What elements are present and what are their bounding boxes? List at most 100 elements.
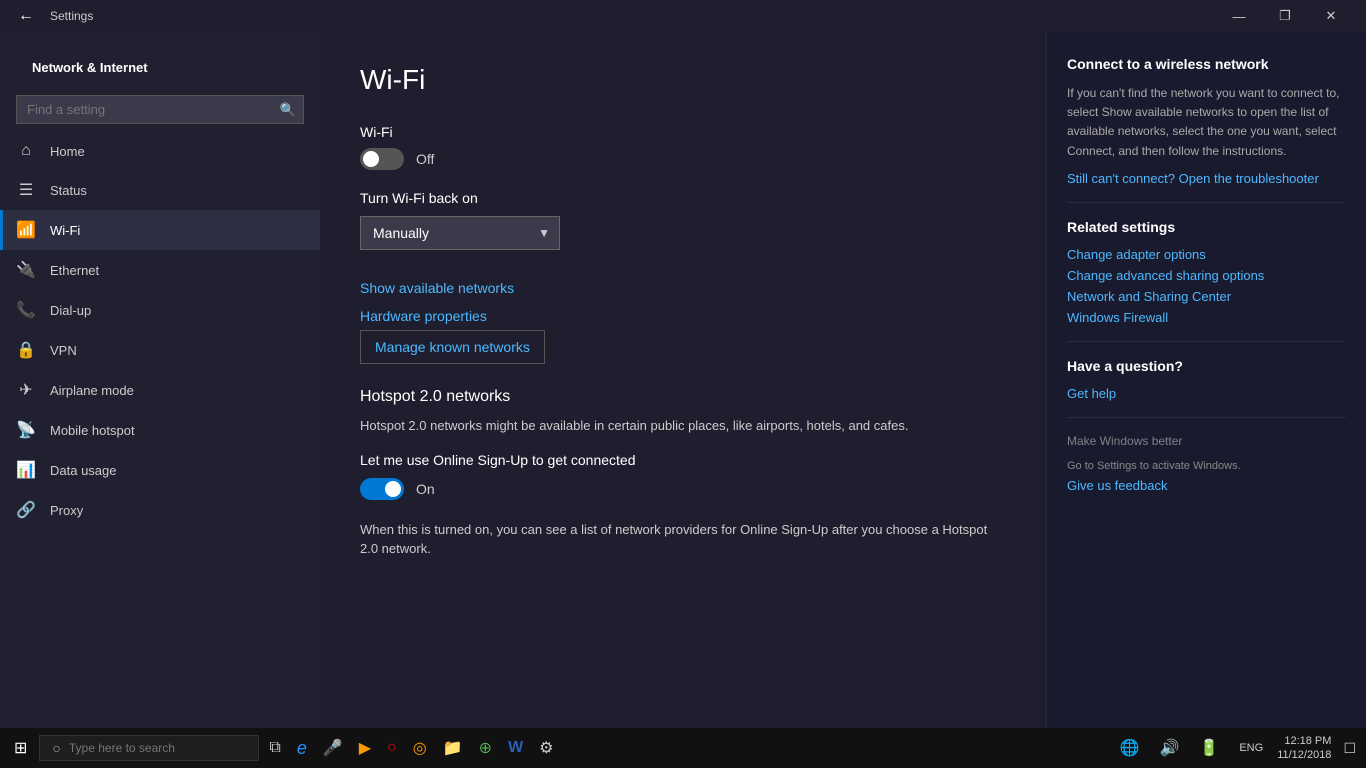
online-signup-label: Let me use Online Sign-Up to get connect… — [360, 452, 1006, 468]
word-icon[interactable]: W — [502, 735, 529, 761]
hotspot-title: Hotspot 2.0 networks — [360, 388, 1006, 406]
rp-question-title: Have a question? — [1067, 358, 1346, 374]
rp-related-link[interactable]: Change advanced sharing options — [1067, 268, 1346, 283]
sidebar-item-label: Home — [50, 144, 85, 159]
sidebar-item-status[interactable]: ☰ Status — [0, 170, 320, 210]
rp-get-help-link[interactable]: Get help — [1067, 386, 1346, 401]
hardware-properties-link[interactable]: Hardware properties — [360, 302, 487, 330]
wifi-icon: 📶 — [16, 220, 36, 240]
speakers-icon[interactable]: 🔊 — [1154, 734, 1186, 762]
home-icon: ⌂ — [16, 142, 36, 160]
main-content: Wi-Fi Wi-Fi Off Turn Wi-Fi back on Manua… — [320, 32, 1046, 728]
vpn-icon: 🔒 — [16, 340, 36, 360]
rp-connect-desc: If you can't find the network you want t… — [1067, 84, 1346, 161]
show-available-networks-link[interactable]: Show available networks — [360, 274, 514, 302]
minimize-button[interactable]: — — [1216, 0, 1262, 32]
airplane-icon: ✈ — [16, 380, 36, 400]
sidebar-item-label: Status — [50, 183, 87, 198]
rp-related-link[interactable]: Change adapter options — [1067, 247, 1346, 262]
data-icon: 📊 — [16, 460, 36, 480]
notification-button[interactable]: ☐ — [1339, 740, 1360, 757]
cortana-icon[interactable]: 🎤 — [317, 734, 349, 762]
sidebar-item-wifi[interactable]: 📶 Wi-Fi — [0, 210, 320, 250]
sidebar-item-hotspot[interactable]: 📡 Mobile hotspot — [0, 410, 320, 450]
rp-divider-1 — [1067, 202, 1346, 203]
firefox-icon[interactable]: ◎ — [407, 734, 433, 762]
sidebar-item-label: Data usage — [50, 463, 117, 478]
search-icon[interactable]: 🔍 — [280, 102, 296, 118]
titlebar: ← Settings — ❐ ✕ — [0, 0, 1366, 32]
rp-activate-text: Go to Settings to activate Windows. — [1067, 460, 1346, 472]
sidebar-header: Network & Internet — [0, 32, 320, 87]
eng-label: ENG — [1233, 738, 1269, 758]
sidebar-item-label: Dial-up — [50, 303, 91, 318]
right-panel: Connect to a wireless network If you can… — [1046, 32, 1366, 728]
taskview-button[interactable]: ⧉ — [263, 735, 286, 761]
network-icon[interactable]: 🌐 — [1114, 734, 1146, 762]
sidebar-item-label: Wi-Fi — [50, 223, 80, 238]
opera-icon[interactable]: ○ — [381, 735, 403, 761]
clock-time: 12:18 PM — [1277, 734, 1331, 748]
rp-related-title: Related settings — [1067, 219, 1346, 235]
rp-related-links: Change adapter options Change advanced sh… — [1067, 247, 1346, 325]
sidebar: Network & Internet 🔍 ⌂ Home ☰ Status 📶 Wi-Fi 🔌… — [0, 32, 320, 728]
settings-taskbar-icon[interactable]: ⚙ — [533, 734, 559, 762]
window-controls: — ❐ ✕ — [1216, 0, 1354, 32]
manage-known-networks-link[interactable]: Manage known networks — [360, 330, 545, 364]
edge-icon[interactable]: e — [291, 734, 313, 763]
sidebar-item-home[interactable]: ⌂ Home — [0, 132, 320, 170]
rp-divider-3 — [1067, 417, 1346, 418]
online-toggle[interactable] — [360, 478, 404, 500]
turn-back-dropdown-wrapper: ManuallyIn 1 hourIn 4 hoursIn 1 day ▼ — [360, 216, 560, 250]
taskbar-right: 🌐 🔊 🔋 ENG 12:18 PM 11/12/2018 ☐ — [1114, 734, 1360, 763]
start-button[interactable]: ⊞ — [6, 734, 35, 762]
hotspot-icon: 📡 — [16, 420, 36, 440]
ethernet-icon: 🔌 — [16, 260, 36, 280]
rp-better-title: Make Windows better — [1067, 434, 1346, 448]
vlc-icon[interactable]: ▶ — [353, 734, 377, 762]
page-title: Wi-Fi — [360, 64, 1006, 96]
sidebar-item-label: Mobile hotspot — [50, 423, 135, 438]
status-icon: ☰ — [16, 180, 36, 200]
taskbar-search-input[interactable] — [69, 741, 247, 755]
rp-connect-title: Connect to a wireless network — [1067, 56, 1346, 72]
wifi-section-label: Wi-Fi — [360, 124, 1006, 140]
sidebar-section-title: Network & Internet — [16, 48, 164, 79]
chrome-icon[interactable]: ⊕ — [473, 734, 498, 762]
rp-related-link[interactable]: Network and Sharing Center — [1067, 289, 1346, 304]
online-toggle-label: On — [416, 481, 435, 497]
sidebar-item-label: Proxy — [50, 503, 83, 518]
taskbar-search-cortana-icon: ○ — [52, 740, 60, 756]
maximize-button[interactable]: ❐ — [1262, 0, 1308, 32]
rp-troubleshoot-link[interactable]: Still can't connect? Open the troublesho… — [1067, 171, 1346, 186]
wifi-toggle-row: Off — [360, 148, 1006, 170]
sidebar-item-dialup[interactable]: 📞 Dial-up — [0, 290, 320, 330]
sidebar-nav: ⌂ Home ☰ Status 📶 Wi-Fi 🔌 Ethernet 📞 Dial-up 🔒 VPN ✈… — [0, 132, 320, 530]
online-toggle-row: On — [360, 478, 1006, 500]
rp-related-link[interactable]: Windows Firewall — [1067, 310, 1346, 325]
proxy-icon: 🔗 — [16, 500, 36, 520]
clock-date: 11/12/2018 — [1277, 748, 1331, 762]
search-box: 🔍 — [16, 95, 304, 124]
rp-feedback-link[interactable]: Give us feedback — [1067, 478, 1346, 493]
close-button[interactable]: ✕ — [1308, 0, 1354, 32]
sidebar-item-data[interactable]: 📊 Data usage — [0, 450, 320, 490]
sidebar-item-ethernet[interactable]: 🔌 Ethernet — [0, 250, 320, 290]
taskbar: ⊞ ○ ⧉ e 🎤 ▶ ○ ◎ 📁 ⊕ W ⚙ 🌐 🔊 🔋 ENG 12:18 … — [0, 728, 1366, 768]
files-icon[interactable]: 📁 — [437, 734, 469, 762]
sidebar-item-label: Ethernet — [50, 263, 99, 278]
sidebar-item-airplane[interactable]: ✈ Airplane mode — [0, 370, 320, 410]
sidebar-item-proxy[interactable]: 🔗 Proxy — [0, 490, 320, 530]
dialup-icon: 📞 — [16, 300, 36, 320]
wifi-toggle[interactable] — [360, 148, 404, 170]
titlebar-title: Settings — [50, 9, 93, 23]
taskbar-search-box: ○ — [39, 735, 259, 761]
search-input[interactable] — [16, 95, 304, 124]
sidebar-item-label: Airplane mode — [50, 383, 134, 398]
turn-back-dropdown[interactable]: ManuallyIn 1 hourIn 4 hoursIn 1 day — [360, 216, 560, 250]
sidebar-item-label: VPN — [50, 343, 77, 358]
turn-back-label: Turn Wi-Fi back on — [360, 190, 1006, 206]
sidebar-item-vpn[interactable]: 🔒 VPN — [0, 330, 320, 370]
battery-icon[interactable]: 🔋 — [1193, 734, 1225, 762]
back-button[interactable]: ← — [12, 2, 40, 30]
